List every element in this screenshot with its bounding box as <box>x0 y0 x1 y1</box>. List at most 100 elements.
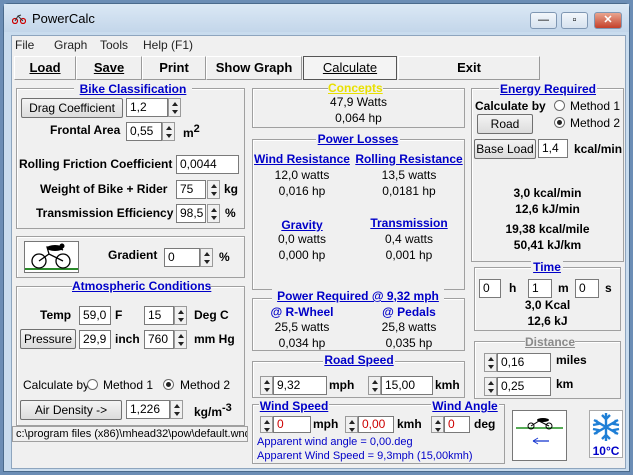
drag-coefficient-input[interactable]: 1,2 <box>126 98 168 117</box>
energy-kcal-min: 3,0 kcal/min <box>513 186 582 200</box>
concepts-hp: 0,064 hp <box>335 111 382 125</box>
rwheel-label: @ R-Wheel <box>270 305 334 319</box>
wind-mph-spinner[interactable] <box>260 416 273 433</box>
gravity-hp: 0,000 hp <box>278 248 326 262</box>
energy-required-title: Energy Required <box>499 82 597 96</box>
distance-miles-unit: miles <box>556 353 587 367</box>
rolling-friction-input[interactable]: 0,0044 <box>176 155 239 174</box>
weight-spinner[interactable] <box>207 180 220 199</box>
menu-graph[interactable]: Graph <box>54 38 87 52</box>
save-button[interactable]: Save <box>76 56 142 80</box>
temp-c-input[interactable]: 15 <box>144 306 174 325</box>
pressure-mm-spinner[interactable] <box>174 330 187 349</box>
rolling-resistance-hp: 0,0181 hp <box>382 184 436 198</box>
road-kmh-unit: kmh <box>435 378 460 392</box>
distance-title: Distance <box>525 335 576 349</box>
time-kj: 12,6 kJ <box>527 314 568 328</box>
wind-kmh-spinner[interactable] <box>345 416 358 433</box>
wind-kmh-unit: kmh <box>397 417 422 431</box>
time-hours-unit: h <box>509 281 517 295</box>
pressure-button[interactable]: Pressure <box>20 329 76 349</box>
temp-c-unit: Deg C <box>194 308 229 322</box>
load-label: Load <box>29 60 61 75</box>
gradient-spinner[interactable] <box>200 248 213 267</box>
air-density-spinner[interactable] <box>170 400 183 419</box>
transmission-watts: 0,4 watts <box>384 232 434 246</box>
menu-file[interactable]: File <box>15 38 34 52</box>
time-seconds-input[interactable]: 0 <box>575 279 599 298</box>
distance-km-input[interactable]: 0,25 <box>497 377 551 396</box>
powercalc-app-icon <box>12 14 26 24</box>
drag-coefficient-button[interactable]: Drag Coefficient <box>21 98 123 118</box>
frontal-area-input[interactable]: 0,55 <box>126 122 162 141</box>
wind-angle-spinner[interactable] <box>431 416 444 433</box>
distance-km-spinner[interactable] <box>484 377 497 396</box>
wind-resistance-hp: 0,016 hp <box>278 184 326 198</box>
pressure-mm-input[interactable]: 760 <box>144 330 174 349</box>
distance-miles-spinner[interactable] <box>484 353 497 372</box>
time-title: Time <box>531 260 563 274</box>
road-mph-input[interactable]: 9,32 <box>273 376 327 395</box>
temperature-indicator: 10°C <box>589 410 623 458</box>
wind-direction-icon <box>512 410 567 461</box>
cyclist-graphic <box>25 243 78 270</box>
wind-angle-title: Wind Angle <box>431 399 499 413</box>
minimize-button[interactable]: — <box>530 12 557 29</box>
energy-method2-radio[interactable] <box>554 117 565 128</box>
apparent-wind-angle: Apparent wind angle = 0,00.deg <box>257 436 413 448</box>
atmos-method2-label: Method 2 <box>180 378 231 392</box>
transmission-efficiency-spinner[interactable] <box>207 204 220 223</box>
energy-calc-by-label: Calculate by <box>475 99 546 113</box>
temp-c-spinner[interactable] <box>174 306 187 325</box>
print-button[interactable]: Print <box>142 56 206 80</box>
atmos-method1-radio[interactable] <box>87 379 98 390</box>
weight-input[interactable]: 75 <box>176 180 206 199</box>
pressure-inch-input[interactable]: 29,9 <box>79 330 111 349</box>
wind-angle-input[interactable]: 0 <box>444 416 470 433</box>
drag-coefficient-spinner[interactable] <box>168 98 181 117</box>
base-load-input[interactable]: 1,4 <box>538 139 568 158</box>
snowflake-icon <box>592 413 620 441</box>
menu-tools[interactable]: Tools <box>100 38 128 52</box>
time-hours-input[interactable]: 0 <box>479 279 501 298</box>
time-minutes-input[interactable]: 1 <box>528 279 552 298</box>
transmission-efficiency-input[interactable]: 98,5 <box>176 204 206 223</box>
air-density-button[interactable]: Air Density -> <box>20 400 122 420</box>
frontal-area-unit: m2 <box>183 123 200 140</box>
gravity-label: Gravity <box>281 218 323 232</box>
air-density-unit: kg/m-3 <box>194 402 232 419</box>
wind-mph-unit: mph <box>313 417 339 431</box>
exit-button[interactable]: Exit <box>398 56 540 80</box>
road-mph-spinner[interactable] <box>260 376 273 395</box>
distance-miles-input[interactable]: 0,16 <box>497 353 551 372</box>
menu-help[interactable]: Help (F1) <box>143 38 193 52</box>
print-label: Print <box>159 60 189 75</box>
distance-km-unit: km <box>556 377 574 391</box>
road-button[interactable]: Road <box>477 114 533 134</box>
temp-f-unit: F <box>115 308 123 322</box>
wind-angle-unit: deg <box>474 417 496 431</box>
air-density-input[interactable]: 1,226 <box>126 400 170 419</box>
pedals-hp: 0,035 hp <box>385 336 433 350</box>
transmission-hp: 0,001 hp <box>385 248 433 262</box>
road-kmh-spinner[interactable] <box>368 376 381 395</box>
maximize-button[interactable]: ▫ <box>561 12 588 29</box>
load-button[interactable]: Load <box>14 56 76 80</box>
base-load-button[interactable]: Base Load <box>474 139 536 159</box>
gradient-input[interactable]: 0 <box>164 248 200 267</box>
pedals-watts: 25,8 watts <box>381 320 437 334</box>
close-button[interactable]: ✕ <box>594 12 622 29</box>
transmission-efficiency-label: Transmission Efficiency <box>36 206 174 220</box>
wind-kmh-input[interactable]: 0,00 <box>358 416 394 433</box>
energy-method1-radio[interactable] <box>554 100 565 111</box>
temp-f-input[interactable]: 59,0 <box>79 306 111 325</box>
atmos-method2-radio[interactable] <box>163 379 174 390</box>
pressure-inch-unit: inch <box>115 332 140 346</box>
power-losses-title: Power Losses <box>316 132 400 146</box>
show-graph-button[interactable]: Show Graph <box>206 56 302 80</box>
frontal-area-spinner[interactable] <box>162 122 175 141</box>
calculate-button[interactable]: Calculate <box>303 56 397 80</box>
wind-resistance-watts: 12,0 watts <box>274 168 330 182</box>
wind-mph-input[interactable]: 0 <box>273 416 311 433</box>
road-kmh-input[interactable]: 15,00 <box>381 376 433 395</box>
